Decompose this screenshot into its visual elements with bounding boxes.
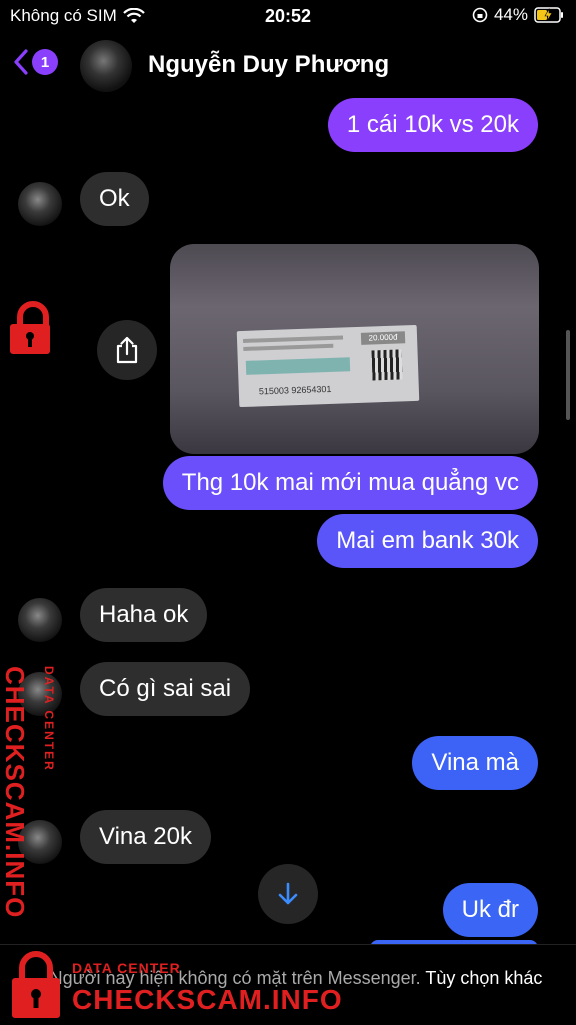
- arrow-down-icon: [278, 882, 298, 905]
- message-photo[interactable]: 20.000đ 515003 92654301: [170, 244, 539, 454]
- unread-count-badge: 1: [32, 49, 58, 75]
- message-bubble-incoming[interactable]: Có gì sai sai: [80, 662, 251, 716]
- watermark-vertical: CHECKSCAM.INFO DATA CENTER: [0, 300, 64, 918]
- watermark-subtitle: DATA CENTER: [72, 960, 181, 976]
- lock-icon: [10, 301, 50, 354]
- battery-percent: 44%: [493, 5, 528, 24]
- scratch-card: 20.000đ 515003 92654301: [236, 324, 420, 408]
- battery-icon: [534, 7, 563, 23]
- chat-header: 1 Nguyễn Duy Phương: [0, 34, 576, 96]
- message-bubble-outgoing[interactable]: Uk đr: [442, 883, 538, 937]
- share-icon: [116, 336, 138, 364]
- status-right: 44%: [472, 5, 564, 25]
- sender-avatar: [18, 820, 62, 864]
- back-button[interactable]: 1: [12, 48, 58, 76]
- card-value: 20.000đ: [360, 331, 406, 345]
- message-bubble-outgoing[interactable]: Vina mà: [412, 736, 538, 790]
- sender-avatar: [18, 598, 62, 642]
- back-chevron-icon: [14, 49, 28, 75]
- message-bubble-incoming[interactable]: Vina 20k: [80, 810, 211, 864]
- orientation-lock-icon: [472, 7, 488, 23]
- status-bar: Không có SIM 20:52 44%: [0, 0, 576, 34]
- card-serial: 515003 92654301: [258, 383, 332, 397]
- more-options-link[interactable]: Tùy chọn khác: [425, 968, 542, 988]
- message-bubble-incoming[interactable]: Haha ok: [80, 588, 208, 642]
- watermark-title: CHECKSCAM.INFO: [72, 984, 343, 1015]
- message-bubble-outgoing[interactable]: Thg 10k mai mới mua quẳng vc: [162, 456, 538, 510]
- sender-avatar: [18, 672, 62, 716]
- message-bubble-outgoing[interactable]: Mai em bank 30k: [317, 514, 538, 568]
- contact-name[interactable]: Nguyễn Duy Phương: [148, 51, 389, 79]
- message-bubble-outgoing[interactable]: 1 cái 10k vs 20k: [327, 98, 538, 152]
- scroll-to-bottom-button[interactable]: [258, 864, 318, 924]
- message-bubble-incoming[interactable]: Ok: [80, 172, 149, 226]
- sender-avatar: [18, 182, 62, 226]
- share-button[interactable]: [97, 320, 157, 380]
- contact-avatar[interactable]: [80, 40, 132, 92]
- scrollbar[interactable]: [566, 330, 570, 420]
